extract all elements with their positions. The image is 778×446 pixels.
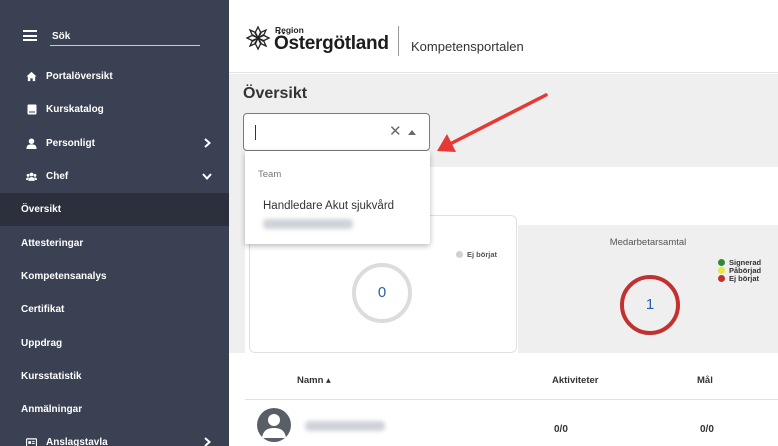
logo-name-text: Östergötland [274,33,389,54]
portal-title: Kompetensportalen [411,39,524,54]
avatar [257,408,291,446]
text-cursor [255,125,256,140]
blurred-text [263,219,353,229]
sidebar-search-row [0,0,229,62]
legend-label: Ej börjat [467,250,498,259]
sidebar-item-label: Översikt [21,204,62,216]
legend-dot [718,267,725,274]
column-header-name[interactable]: Namn ▴ [297,375,331,386]
team-select[interactable]: ✕ [243,113,430,151]
sidebar-item-chef[interactable]: Chef [0,160,229,193]
sidebar-item-label: Kurskatalog [46,104,104,116]
sidebar-item-label: Certifikat [21,304,65,316]
chevron-right-icon [204,137,212,148]
sidebar-item-label: Kursstatistik [21,370,82,382]
legend-dot [456,251,463,258]
sidebar-item-kursstatistik[interactable]: Kursstatistik [0,360,229,393]
legend-item: Ej börjat [718,274,759,283]
sidebar-item-uppdrag[interactable]: Uppdrag [0,326,229,359]
sidebar-item-label: Chef [46,171,69,183]
gauge-value: 1 [645,296,655,313]
sidebar-item-kurskatalog[interactable]: Kurskatalog [0,93,229,126]
team-dropdown: Team Handledare Akut sjukvård [245,151,430,244]
legend-item: Ej börjat [456,250,497,259]
sidebar-item-label: Uppdrag [21,337,63,349]
sidebar-nav: Portalöversikt Kurskatalog Personligt Ch… [0,60,229,446]
sidebar-item-label: Portalöversikt [46,71,113,83]
close-icon[interactable]: ✕ [389,124,402,139]
sidebar-item-label: Attesteringar [21,237,84,249]
app-header: Region Östergötland Kompetensportalen [229,0,778,73]
medarbetarsamtal-card: Medarbetarsamtal Signerad Påbörjad Ej bö… [518,225,778,353]
sidebar-search-input[interactable] [50,28,200,46]
legend-dot [718,259,725,266]
column-header-activities[interactable]: Aktiviteter [552,375,598,386]
table-divider [245,399,778,400]
blurred-name [305,421,385,431]
region-logo-icon[interactable] [245,25,271,51]
sidebar-item-anslagstavla[interactable]: Anslagstavla [0,426,229,446]
home-icon [26,71,37,82]
table-cell-activities: 0/0 [554,424,568,435]
table-cell-goals: 0/0 [700,424,714,435]
chevron-right-icon [204,437,212,446]
user-icon [26,138,37,149]
sidebar-item-certifikat[interactable]: Certifikat [0,293,229,326]
sidebar-item-portaloversikt[interactable]: Portalöversikt [0,60,229,93]
users-icon [26,171,37,182]
gauge-value: 0 [377,284,387,301]
legend-label: Ej börjat [729,274,760,283]
sidebar-item-label: Anmälningar [21,404,83,416]
header-divider [398,26,399,56]
chevron-down-icon [202,173,212,180]
column-header-goals[interactable]: Mål [697,375,713,386]
sidebar-item-label: Personligt [46,137,95,149]
sidebar-item-personligt[interactable]: Personligt [0,127,229,160]
caret-up-icon[interactable] [408,130,416,135]
sidebar-item-kompetensanalys[interactable]: Kompetensanalys [0,260,229,293]
sidebar-item-attesteringar[interactable]: Attesteringar [0,226,229,259]
hamburger-menu-icon[interactable] [23,30,37,41]
card-title: Medarbetarsamtal [609,237,687,248]
sidebar: Portalöversikt Kurskatalog Personligt Ch… [0,0,229,446]
sidebar-item-label: Anslagstavla [46,437,108,446]
sidebar-item-oversikt[interactable]: Översikt [0,193,229,227]
legend-dot [718,275,725,282]
book-icon [26,104,37,115]
page-title: Översikt [243,85,308,102]
sidebar-item-label: Kompetensanalys [21,270,107,282]
sidebar-item-anmalningar[interactable]: Anmälningar [0,393,229,426]
dropdown-group-label: Team [258,169,282,180]
dropdown-option[interactable]: Handledare Akut sjukvård [263,200,394,212]
board-icon [26,437,37,446]
